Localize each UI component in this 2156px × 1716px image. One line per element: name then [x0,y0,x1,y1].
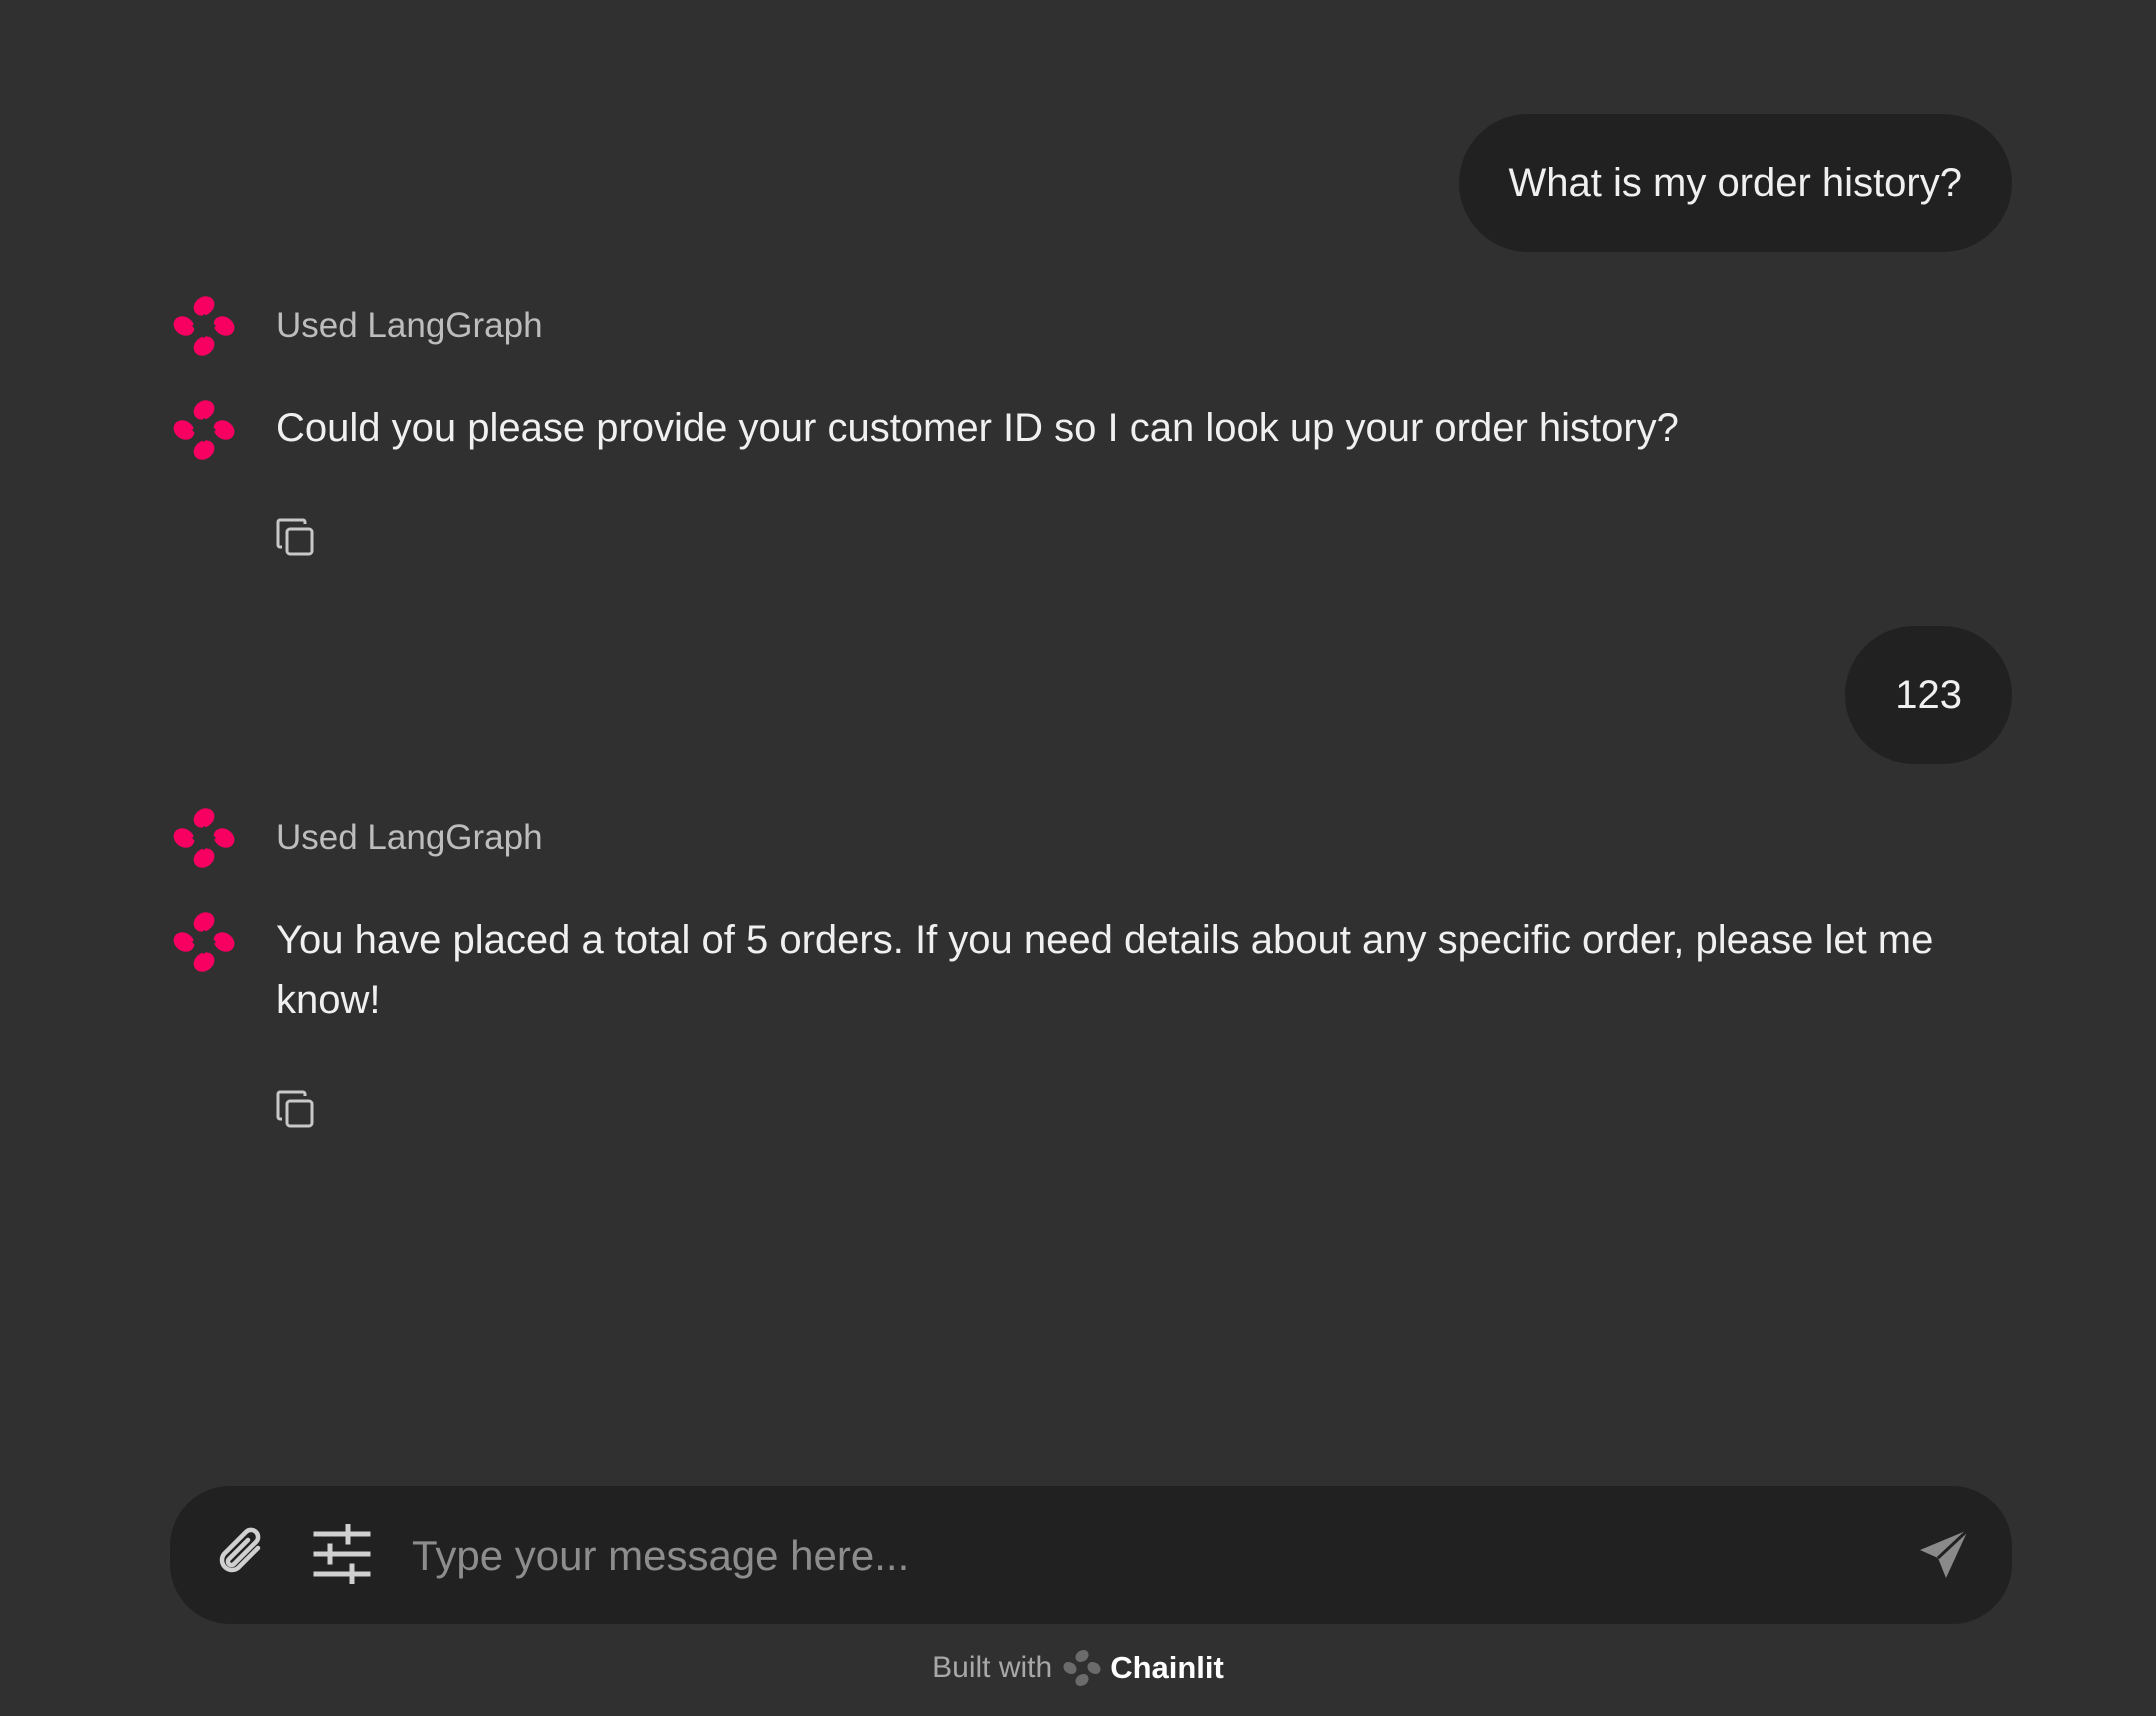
user-message-text: 123 [1895,673,1962,717]
footer: Built with Chainlit [0,1644,2156,1692]
message-input[interactable] [410,1522,1714,1590]
assistant-message-text: You have placed a total of 5 orders. If … [276,918,1934,1022]
langgraph-logo-icon [173,912,235,972]
langgraph-logo-icon [173,400,235,460]
user-message-bubble: 123 [1845,626,2012,764]
assistant-message: Could you please provide your customer I… [170,396,2012,464]
step-used-langgraph[interactable]: Used LangGraph [170,804,543,872]
sliders-icon[interactable] [312,1524,372,1584]
step-label: Used LangGraph [276,306,543,345]
step-used-langgraph[interactable]: Used LangGraph [170,292,543,360]
langgraph-logo-icon [173,808,235,868]
send-icon[interactable] [1916,1526,1972,1582]
copy-icon[interactable] [274,1088,318,1132]
chainlit-logo-icon [1063,1649,1101,1687]
message-composer [170,1486,2012,1624]
paperclip-icon[interactable] [210,1522,274,1586]
copy-icon[interactable] [274,516,318,560]
langgraph-logo-icon [173,296,235,356]
chat-page: What is my order history? Used LangGraph [0,0,2156,1716]
built-with-text: Built with [932,1651,1053,1684]
chainlit-brand[interactable]: Chainlit [1110,1650,1224,1686]
user-message-bubble: What is my order history? [1458,114,2012,252]
step-label: Used LangGraph [276,818,543,857]
assistant-message: You have placed a total of 5 orders. If … [170,908,2012,1030]
assistant-message-text: Could you please provide your customer I… [276,406,1679,450]
user-message-text: What is my order history? [1508,161,1962,205]
